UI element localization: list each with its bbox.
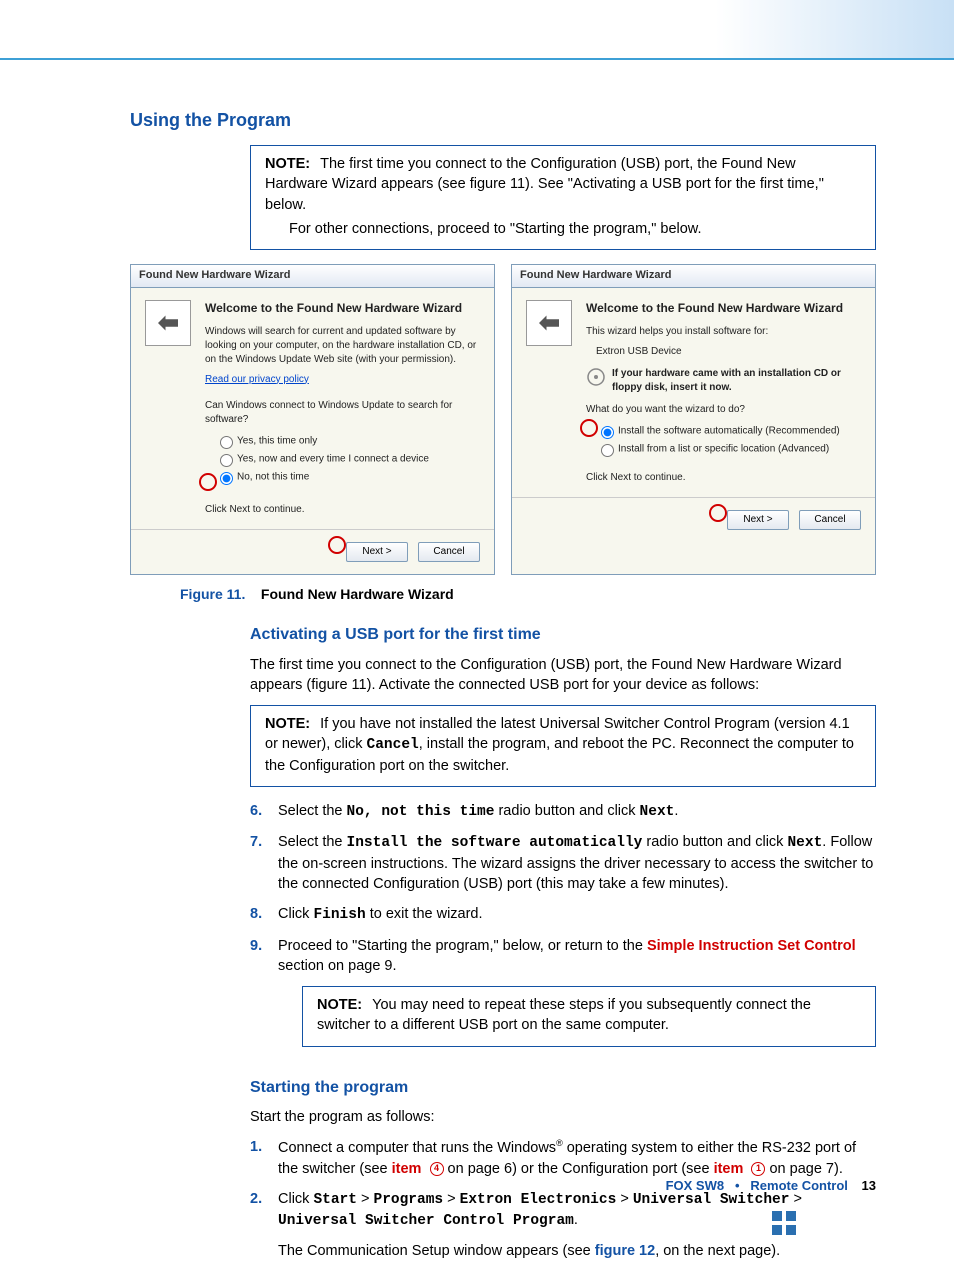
footer-section: Remote Control: [750, 1178, 848, 1193]
wizard-footer-text: Click Next to continue.: [586, 471, 861, 485]
radio-yes-always[interactable]: Yes, now and every time I connect a devi…: [215, 451, 480, 467]
link-item-4[interactable]: item: [392, 1161, 422, 1177]
wizard-titlebar: Found New Hardware Wizard: [512, 265, 875, 287]
privacy-link[interactable]: Read our privacy policy: [205, 373, 480, 387]
cancel-button[interactable]: Cancel: [418, 542, 480, 562]
cd-icon: [586, 367, 606, 392]
cancel-literal: Cancel: [367, 737, 419, 753]
step-8: Click Finish to exit the wizard.: [250, 904, 876, 925]
note-label: NOTE:: [265, 156, 310, 172]
footer-product: FOX SW8: [666, 1178, 725, 1193]
note-box-3: NOTE: You may need to repeat these steps…: [302, 986, 876, 1047]
wizard-icon: [145, 300, 191, 346]
note-3-text: You may need to repeat these steps if yo…: [317, 997, 811, 1033]
wizard-heading: Welcome to the Found New Hardware Wizard: [205, 300, 480, 317]
note-1-line-1: The first time you connect to the Config…: [265, 156, 824, 213]
paragraph-activating: The first time you connect to the Config…: [250, 655, 876, 696]
steps-list-b: Connect a computer that runs the Windows…: [250, 1137, 876, 1261]
wizard-paragraph: This wizard helps you install software f…: [586, 325, 861, 339]
program-icon: [770, 1209, 798, 1237]
note-label: NOTE:: [317, 997, 362, 1013]
figure-caption: Figure 11. Found New Hardware Wizard: [180, 585, 876, 605]
page-header-gradient: [0, 0, 954, 60]
step-1: Connect a computer that runs the Windows…: [250, 1137, 876, 1178]
next-button[interactable]: Next >: [727, 510, 789, 530]
heading-starting-program: Starting the program: [250, 1077, 876, 1099]
wizard-heading: Welcome to the Found New Hardware Wizard: [586, 300, 861, 317]
wizard-question: Can Windows connect to Windows Update to…: [205, 399, 480, 427]
figure-number: Figure 11.: [180, 586, 245, 602]
note-label: NOTE:: [265, 716, 310, 732]
wizard-question: What do you want the wizard to do?: [586, 403, 861, 417]
cancel-button[interactable]: Cancel: [799, 510, 861, 530]
cd-instruction: If your hardware came with an installati…: [612, 367, 861, 395]
note-box-1: NOTE: The first time you connect to the …: [250, 145, 876, 250]
steps-list-a: Select the No, not this time radio butto…: [250, 801, 876, 1047]
wizard-titlebar: Found New Hardware Wizard: [131, 265, 494, 287]
link-item-1[interactable]: item: [714, 1161, 744, 1177]
footer-page-number: 13: [862, 1178, 876, 1193]
wizard-icon: [526, 300, 572, 346]
figure-11: Found New Hardware Wizard Welcome to the…: [130, 264, 876, 574]
radio-install-list[interactable]: Install from a list or specific location…: [596, 441, 861, 457]
callout-circle: [709, 504, 727, 522]
radio-no-not-this-time[interactable]: No, not this time: [215, 469, 480, 485]
wizard-paragraph: Windows will search for current and upda…: [205, 325, 480, 367]
wizard-footer-text: Click Next to continue.: [205, 503, 480, 517]
radio-install-auto[interactable]: Install the software automatically (Reco…: [596, 423, 861, 439]
callout-circle: [328, 536, 346, 554]
figure-title: Found New Hardware Wizard: [261, 586, 454, 602]
link-figure-12[interactable]: figure 12: [595, 1243, 655, 1259]
callout-number-icon: 1: [751, 1162, 765, 1176]
step-6: Select the No, not this time radio butto…: [250, 801, 876, 822]
callout-circle: [199, 473, 217, 491]
device-name: Extron USB Device: [596, 345, 861, 359]
callout-number-icon: 4: [430, 1162, 444, 1176]
note-box-2: NOTE: If you have not installed the late…: [250, 705, 876, 787]
heading-using-the-program: Using the Program: [130, 108, 876, 133]
paragraph-start: Start the program as follows:: [250, 1107, 876, 1127]
wizard-dialog-right: Found New Hardware Wizard Welcome to the…: [511, 264, 876, 574]
step-9: Proceed to "Starting the program," below…: [250, 936, 876, 1047]
callout-circle: [580, 419, 598, 437]
footer-bullet: •: [735, 1178, 740, 1193]
next-button[interactable]: Next >: [346, 542, 408, 562]
step-7: Select the Install the software automati…: [250, 832, 876, 894]
heading-activating-usb: Activating a USB port for the first time: [250, 624, 876, 646]
radio-yes-once[interactable]: Yes, this time only: [215, 433, 480, 449]
note-1-line-2: For other connections, proceed to "Start…: [289, 219, 861, 239]
link-sis-control[interactable]: Simple Instruction Set Control: [647, 938, 856, 954]
wizard-dialog-left: Found New Hardware Wizard Welcome to the…: [130, 264, 495, 574]
page-footer: FOX SW8 • Remote Control 13: [666, 1177, 876, 1195]
